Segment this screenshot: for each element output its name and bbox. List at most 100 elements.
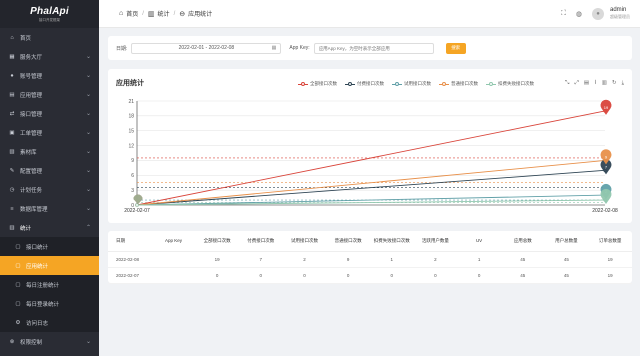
date-range-field[interactable]: 2022-02-01 - 2022-02-08 ▦ [131,42,282,54]
table-cell: 0 [238,267,283,284]
x-tick-label: 2022-02-08 [592,208,618,214]
table-row: 2022-02-08 19 7 2 9 1 2 1 45 45 19 [108,251,632,268]
sidebar-item-label: 权限控制 [20,339,43,346]
chevron-down-icon: ⌄ [85,149,91,155]
column-header: 全部接口次数 [195,231,239,252]
column-header: 活跃用户数量 [413,231,458,252]
search-button[interactable]: 搜索 [445,42,466,54]
database-icon: ≡ [10,205,14,212]
sidebar-menu: ⌂ 首页 ▦ 服务大厅 ⌄ ● 账号管理 ⌄ ▤ 应用管理 ⌄ ⇄ 接口管理 ⌄ ▣ 工单管理 ⌄ ▧ 素材库 ⌄ ✎ 配… [0,28,99,351]
breadcrumb-home[interactable]: 首页 [126,9,138,18]
sidebar-item-0[interactable]: ⌂ 首页 [0,28,99,47]
appkey-input[interactable] [313,42,434,54]
table-cell: 7 [238,251,283,268]
app-icon: ▤ [9,91,15,98]
table-cell: 45 [544,251,589,268]
sidebar-item-label: 每日登录统计 [26,301,60,308]
chevron-down-icon: ⌄ [85,130,91,136]
data-point [135,203,139,207]
user-block[interactable]: admin 超级管理员 [610,7,630,20]
column-header: 付费接口次数 [238,231,283,252]
sidebar-item-stats-4[interactable]: ⚙ 访问日志 [0,313,99,332]
home-icon: ⌂ [119,10,124,17]
sidebar-item-label: 计划任务 [20,187,43,194]
table-cell: 1 [369,251,414,268]
breadcrumb-separator: / [173,10,176,17]
fullscreen-icon[interactable]: ⛶ [561,10,566,18]
table-cell: 2022-02-08 [108,251,152,268]
y-tick-label: 9 [131,158,134,164]
user-role: 超级管理员 [610,14,630,19]
table-row: 2022-02-07 0 0 0 0 0 0 0 45 45 19 [108,267,632,284]
column-header: 日期 [108,231,152,252]
sidebar-item-label: 接口统计 [26,244,49,251]
api-icon: ⇄ [9,110,15,117]
breadcrumb-stats[interactable]: 统计 [158,9,170,18]
y-tick-label: 18 [128,114,134,120]
sidebar-item-7[interactable]: ✎ 配置管理 ⌄ [0,161,99,180]
doc-icon: ▢ [15,262,21,269]
sidebar-item-stats-3[interactable]: ▢ 每日登录统计 [0,294,99,313]
header-tools: ⛶ ◍ ● admin 超级管理员 [551,7,630,20]
y-tick-label: 12 [128,143,134,149]
table-cell: 0 [369,267,414,284]
max-marker-label: 19 [604,105,609,110]
sidebar-item-label: 服务大厅 [20,54,43,61]
sidebar-item-label: 应用统计 [26,263,49,270]
lock-icon: ⊗ [9,338,15,345]
table-cell: 0 [457,267,501,284]
table-cell: 45 [544,267,589,284]
sidebar-item-label: 配置管理 [20,168,43,175]
globe-icon[interactable]: ◍ [576,10,582,18]
logo[interactable]: PhalApi 接口开发框架 [0,0,99,28]
sidebar-item-2[interactable]: ● 账号管理 ⌄ [0,66,99,85]
calendar-icon: ▦ [271,45,277,51]
sidebar-item-label: 每日注册统计 [26,282,60,289]
sidebar-item-3[interactable]: ▤ 应用管理 ⌄ [0,85,99,104]
column-header: 普通接口次数 [326,231,370,252]
user-icon: ● [10,72,14,79]
doc-icon: ▢ [15,281,21,288]
sidebar-item-stats-0[interactable]: ▢ 接口统计 [0,237,99,256]
table-cell: 2 [413,251,458,268]
table-cell: 0 [326,267,370,284]
filter-bar: 日期: 2022-02-01 - 2022-02-08 ▦ App Key: 搜… [108,36,632,60]
column-header: 用户总数量 [544,231,589,252]
sidebar-item-9[interactable]: ≡ 数据库管理 ⌄ [0,199,99,218]
sidebar-item-label: 首页 [20,35,32,42]
column-header: App Key [151,231,196,252]
sidebar-item-stats-1[interactable]: ▢ 应用统计 [0,256,99,275]
top-header: ⌂ 首页 / ▥ 统计 / ⊖ 应用统计 ⛶ ◍ ● admin 超级管理员 [99,0,640,28]
sidebar-item-8[interactable]: ◷ 计划任务 ⌄ [0,180,99,199]
image-icon: ▧ [9,148,15,155]
sidebar-item-label: 素材库 [20,149,37,156]
sidebar-item-10[interactable]: ▥ 统计 ⌃ [0,218,99,237]
date-range-value: 2022-02-01 - 2022-02-08 [178,45,235,51]
gear-icon: ⚙ [15,319,21,326]
table-cell: 0 [195,267,239,284]
avatar[interactable]: ● [592,7,604,20]
sidebar-item-stats-2[interactable]: ▢ 每日注册统计 [0,275,99,294]
table-cell [151,267,196,284]
stats-submenu: ▢ 接口统计 ▢ 应用统计 ▢ 每日注册统计 ▢ 每日登录统计 ⚙ 访问日志 [0,237,99,332]
sidebar-item-5[interactable]: ▣ 工单管理 ⌄ [0,123,99,142]
sidebar-item-1[interactable]: ▦ 服务大厅 ⌄ [0,47,99,66]
table-cell: 2 [282,251,327,268]
table-cell: 9 [326,251,370,268]
grid-icon: ▦ [9,53,15,60]
sidebar-item-4[interactable]: ⇄ 接口管理 ⌄ [0,104,99,123]
chevron-down-icon: ⌄ [85,111,91,117]
table-cell: 19 [588,251,632,268]
user-name: admin [610,7,627,13]
column-header: 订单总数量 [588,231,632,252]
ticket-icon: ▣ [9,129,15,136]
sidebar-item-permissions[interactable]: ⊗ 权限控制 ⌄ [0,332,99,351]
column-header: UV [457,231,501,252]
line-chart: 0369121518212022-02-072022-02-0819729 [124,99,618,214]
doc-icon: ▢ [15,300,21,307]
column-header: 应用总数 [500,231,545,252]
table-cell: 1 [457,251,501,268]
column-header: 试用接口次数 [282,231,327,252]
sidebar-item-6[interactable]: ▧ 素材库 ⌄ [0,142,99,161]
chevron-up-icon: ⌃ [85,225,91,231]
